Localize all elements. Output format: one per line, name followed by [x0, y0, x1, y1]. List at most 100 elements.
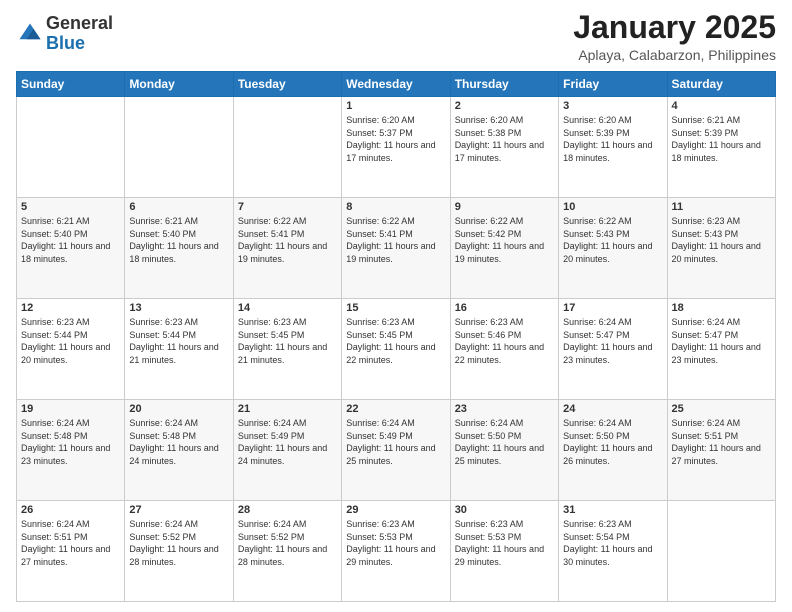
week-row-3: 12Sunrise: 6:23 AMSunset: 5:44 PMDayligh… — [17, 299, 776, 400]
day-number: 31 — [563, 504, 662, 516]
calendar-cell: 21 Sunrise: 6:24 AMSunset: 5:49 PMDayligh… — [233, 400, 341, 501]
calendar-cell: 10 Sunrise: 6:22 AMSunset: 5:43 PMDayligh… — [559, 198, 667, 299]
day-info: Sunrise: 6:20 AMSunset: 5:37 PMDaylight:… — [346, 114, 445, 164]
day-info: Sunrise: 6:22 AMSunset: 5:43 PMDaylight:… — [563, 215, 662, 265]
day-number: 8 — [346, 201, 445, 213]
page: General Blue January 2025 Aplaya, Calaba… — [0, 0, 792, 612]
day-info: Sunrise: 6:22 AMSunset: 5:42 PMDaylight:… — [455, 215, 554, 265]
day-info: Sunrise: 6:22 AMSunset: 5:41 PMDaylight:… — [238, 215, 337, 265]
day-info: Sunrise: 6:23 AMSunset: 5:45 PMDaylight:… — [346, 316, 445, 366]
day-number: 15 — [346, 302, 445, 314]
day-info: Sunrise: 6:24 AMSunset: 5:49 PMDaylight:… — [346, 417, 445, 467]
day-number: 3 — [563, 100, 662, 112]
logo-text: General Blue — [46, 14, 113, 54]
calendar-cell: 2Sunrise: 6:20 AMSunset: 5:38 PMDaylight… — [450, 97, 558, 198]
day-info: Sunrise: 6:24 AMSunset: 5:52 PMDaylight:… — [238, 518, 337, 568]
day-number: 1 — [346, 100, 445, 112]
day-number: 22 — [346, 403, 445, 415]
calendar-cell: 9Sunrise: 6:22 AMSunset: 5:42 PMDaylight… — [450, 198, 558, 299]
day-number: 25 — [672, 403, 771, 415]
calendar-cell: 20 Sunrise: 6:24 AMSunset: 5:48 PMDayligh… — [125, 400, 233, 501]
day-number: 13 — [129, 302, 228, 314]
day-number: 16 — [455, 302, 554, 314]
calendar-cell: 28Sunrise: 6:24 AMSunset: 5:52 PMDayligh… — [233, 501, 341, 602]
day-info: Sunrise: 6:21 AMSunset: 5:40 PMDaylight:… — [129, 215, 228, 265]
week-row-1: 1 Sunrise: 6:20 AMSunset: 5:37 PMDaylight… — [17, 97, 776, 198]
day-number: 12 — [21, 302, 120, 314]
day-number: 11 — [672, 201, 771, 213]
logo: General Blue — [16, 14, 113, 54]
calendar-cell: 23 Sunrise: 6:24 AMSunset: 5:50 PMDayligh… — [450, 400, 558, 501]
calendar-cell: 19 Sunrise: 6:24 AMSunset: 5:48 PMDayligh… — [17, 400, 125, 501]
day-info: Sunrise: 6:23 AMSunset: 5:43 PMDaylight:… — [672, 215, 771, 265]
weekday-header-tuesday: Tuesday — [233, 72, 341, 97]
calendar-cell: 22 Sunrise: 6:24 AMSunset: 5:49 PMDayligh… — [342, 400, 450, 501]
calendar-cell: 31 Sunrise: 6:23 AMSunset: 5:54 PMDayligh… — [559, 501, 667, 602]
day-info: Sunrise: 6:24 AMSunset: 5:49 PMDaylight:… — [238, 417, 337, 467]
header: General Blue January 2025 Aplaya, Calaba… — [16, 10, 776, 63]
day-info: Sunrise: 6:24 AMSunset: 5:51 PMDaylight:… — [21, 518, 120, 568]
calendar-cell: 6 Sunrise: 6:21 AMSunset: 5:40 PMDaylight… — [125, 198, 233, 299]
calendar-cell: 14Sunrise: 6:23 AMSunset: 5:45 PMDayligh… — [233, 299, 341, 400]
calendar-cell — [17, 97, 125, 198]
day-number: 6 — [129, 201, 228, 213]
day-number: 5 — [21, 201, 120, 213]
calendar-cell: 30 Sunrise: 6:23 AMSunset: 5:53 PMDayligh… — [450, 501, 558, 602]
day-number: 30 — [455, 504, 554, 516]
day-info: Sunrise: 6:24 AMSunset: 5:48 PMDaylight:… — [129, 417, 228, 467]
day-number: 4 — [672, 100, 771, 112]
day-info: Sunrise: 6:24 AMSunset: 5:50 PMDaylight:… — [455, 417, 554, 467]
calendar-cell: 16 Sunrise: 6:23 AMSunset: 5:46 PMDayligh… — [450, 299, 558, 400]
week-row-5: 26Sunrise: 6:24 AMSunset: 5:51 PMDayligh… — [17, 501, 776, 602]
calendar-cell: 13Sunrise: 6:23 AMSunset: 5:44 PMDayligh… — [125, 299, 233, 400]
calendar-cell: 26Sunrise: 6:24 AMSunset: 5:51 PMDayligh… — [17, 501, 125, 602]
weekday-header-friday: Friday — [559, 72, 667, 97]
day-info: Sunrise: 6:21 AMSunset: 5:39 PMDaylight:… — [672, 114, 771, 164]
calendar-cell: 17Sunrise: 6:24 AMSunset: 5:47 PMDayligh… — [559, 299, 667, 400]
day-info: Sunrise: 6:23 AMSunset: 5:45 PMDaylight:… — [238, 316, 337, 366]
day-info: Sunrise: 6:23 AMSunset: 5:53 PMDaylight:… — [346, 518, 445, 568]
day-info: Sunrise: 6:23 AMSunset: 5:46 PMDaylight:… — [455, 316, 554, 366]
day-number: 20 — [129, 403, 228, 415]
logo-icon — [16, 20, 44, 48]
day-info: Sunrise: 6:20 AMSunset: 5:38 PMDaylight:… — [455, 114, 554, 164]
day-number: 18 — [672, 302, 771, 314]
logo-general: General — [46, 14, 113, 34]
week-row-4: 19 Sunrise: 6:24 AMSunset: 5:48 PMDayligh… — [17, 400, 776, 501]
calendar-cell: 3 Sunrise: 6:20 AMSunset: 5:39 PMDaylight… — [559, 97, 667, 198]
calendar-cell: 18 Sunrise: 6:24 AMSunset: 5:47 PMDayligh… — [667, 299, 775, 400]
day-info: Sunrise: 6:23 AMSunset: 5:53 PMDaylight:… — [455, 518, 554, 568]
calendar-cell: 7 Sunrise: 6:22 AMSunset: 5:41 PMDaylight… — [233, 198, 341, 299]
calendar-cell: 29 Sunrise: 6:23 AMSunset: 5:53 PMDayligh… — [342, 501, 450, 602]
week-row-2: 5 Sunrise: 6:21 AMSunset: 5:40 PMDaylight… — [17, 198, 776, 299]
day-info: Sunrise: 6:20 AMSunset: 5:39 PMDaylight:… — [563, 114, 662, 164]
calendar-cell — [667, 501, 775, 602]
day-number: 7 — [238, 201, 337, 213]
weekday-header-saturday: Saturday — [667, 72, 775, 97]
day-number: 21 — [238, 403, 337, 415]
calendar-cell: 27Sunrise: 6:24 AMSunset: 5:52 PMDayligh… — [125, 501, 233, 602]
logo-blue: Blue — [46, 34, 113, 54]
day-number: 29 — [346, 504, 445, 516]
calendar-cell: 8Sunrise: 6:22 AMSunset: 5:41 PMDaylight… — [342, 198, 450, 299]
title-block: January 2025 Aplaya, Calabarzon, Philipp… — [573, 10, 776, 63]
calendar-cell: 4 Sunrise: 6:21 AMSunset: 5:39 PMDaylight… — [667, 97, 775, 198]
day-number: 23 — [455, 403, 554, 415]
day-info: Sunrise: 6:23 AMSunset: 5:54 PMDaylight:… — [563, 518, 662, 568]
calendar-cell: 11 Sunrise: 6:23 AMSunset: 5:43 PMDayligh… — [667, 198, 775, 299]
day-number: 24 — [563, 403, 662, 415]
day-info: Sunrise: 6:24 AMSunset: 5:51 PMDaylight:… — [672, 417, 771, 467]
day-number: 19 — [21, 403, 120, 415]
day-info: Sunrise: 6:24 AMSunset: 5:47 PMDaylight:… — [672, 316, 771, 366]
calendar-cell: 24 Sunrise: 6:24 AMSunset: 5:50 PMDayligh… — [559, 400, 667, 501]
weekday-header-row: SundayMondayTuesdayWednesdayThursdayFrid… — [17, 72, 776, 97]
month-title: January 2025 — [573, 10, 776, 45]
day-number: 10 — [563, 201, 662, 213]
calendar-cell: 25 Sunrise: 6:24 AMSunset: 5:51 PMDayligh… — [667, 400, 775, 501]
day-info: Sunrise: 6:24 AMSunset: 5:50 PMDaylight:… — [563, 417, 662, 467]
day-info: Sunrise: 6:24 AMSunset: 5:48 PMDaylight:… — [21, 417, 120, 467]
day-info: Sunrise: 6:24 AMSunset: 5:52 PMDaylight:… — [129, 518, 228, 568]
calendar-cell — [125, 97, 233, 198]
calendar-table: SundayMondayTuesdayWednesdayThursdayFrid… — [16, 71, 776, 602]
day-number: 17 — [563, 302, 662, 314]
